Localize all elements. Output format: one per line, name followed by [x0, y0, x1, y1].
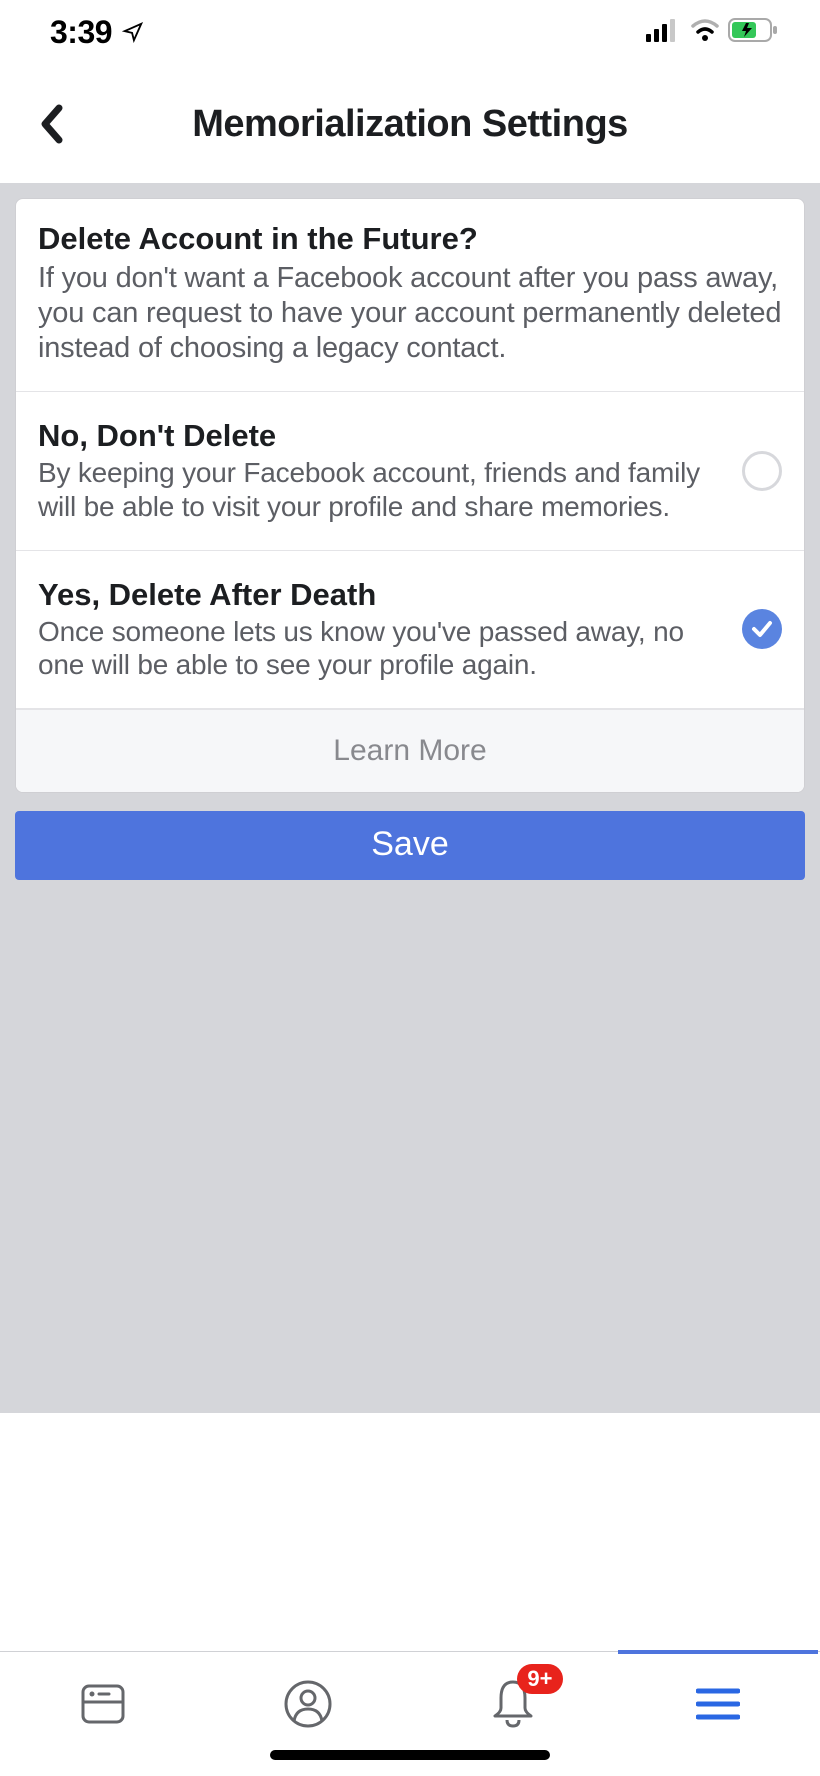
hamburger-icon [696, 1687, 740, 1721]
profile-icon [283, 1679, 333, 1729]
time-label: 3:39 [50, 14, 112, 51]
option-no-delete[interactable]: No, Don't Delete By keeping your Faceboo… [16, 392, 804, 550]
status-indicators [646, 17, 780, 48]
save-button[interactable]: Save [15, 811, 805, 880]
learn-more-button[interactable]: Learn More [16, 709, 804, 792]
option-description: Once someone lets us know you've passed … [38, 615, 730, 682]
option-description: By keeping your Facebook account, friend… [38, 456, 730, 523]
option-text: No, Don't Delete By keeping your Faceboo… [38, 418, 730, 523]
radio-selected-icon [742, 609, 782, 649]
option-text: Yes, Delete After Death Once someone let… [38, 577, 730, 682]
content-area: Delete Account in the Future? If you don… [0, 183, 820, 1413]
back-button[interactable] [28, 100, 76, 148]
nav-header: Memorialization Settings [0, 65, 820, 183]
wifi-icon [690, 18, 720, 47]
option-title: No, Don't Delete [38, 418, 730, 454]
battery-icon [728, 17, 780, 48]
tab-menu[interactable] [688, 1674, 748, 1734]
status-bar: 3:39 [0, 0, 820, 65]
page-title: Memorialization Settings [192, 103, 628, 146]
section-heading: Delete Account in the Future? [38, 221, 782, 257]
cellular-signal-icon [646, 18, 682, 47]
delete-account-section: Delete Account in the Future? If you don… [16, 199, 804, 392]
active-tab-indicator [618, 1650, 818, 1654]
status-time: 3:39 [50, 14, 144, 51]
location-icon [122, 14, 144, 51]
section-description: If you don't want a Facebook account aft… [38, 261, 782, 365]
tab-notifications[interactable]: 9+ [483, 1674, 543, 1734]
chevron-left-icon [39, 104, 65, 144]
tab-newsfeed[interactable] [73, 1674, 133, 1734]
newsfeed-icon [79, 1680, 127, 1728]
home-indicator[interactable] [270, 1750, 550, 1760]
radio-unselected-icon [742, 451, 782, 491]
option-title: Yes, Delete After Death [38, 577, 730, 613]
option-yes-delete[interactable]: Yes, Delete After Death Once someone let… [16, 551, 804, 709]
notification-badge: 9+ [517, 1664, 562, 1694]
tab-profile[interactable] [278, 1674, 338, 1734]
settings-card: Delete Account in the Future? If you don… [15, 198, 805, 793]
